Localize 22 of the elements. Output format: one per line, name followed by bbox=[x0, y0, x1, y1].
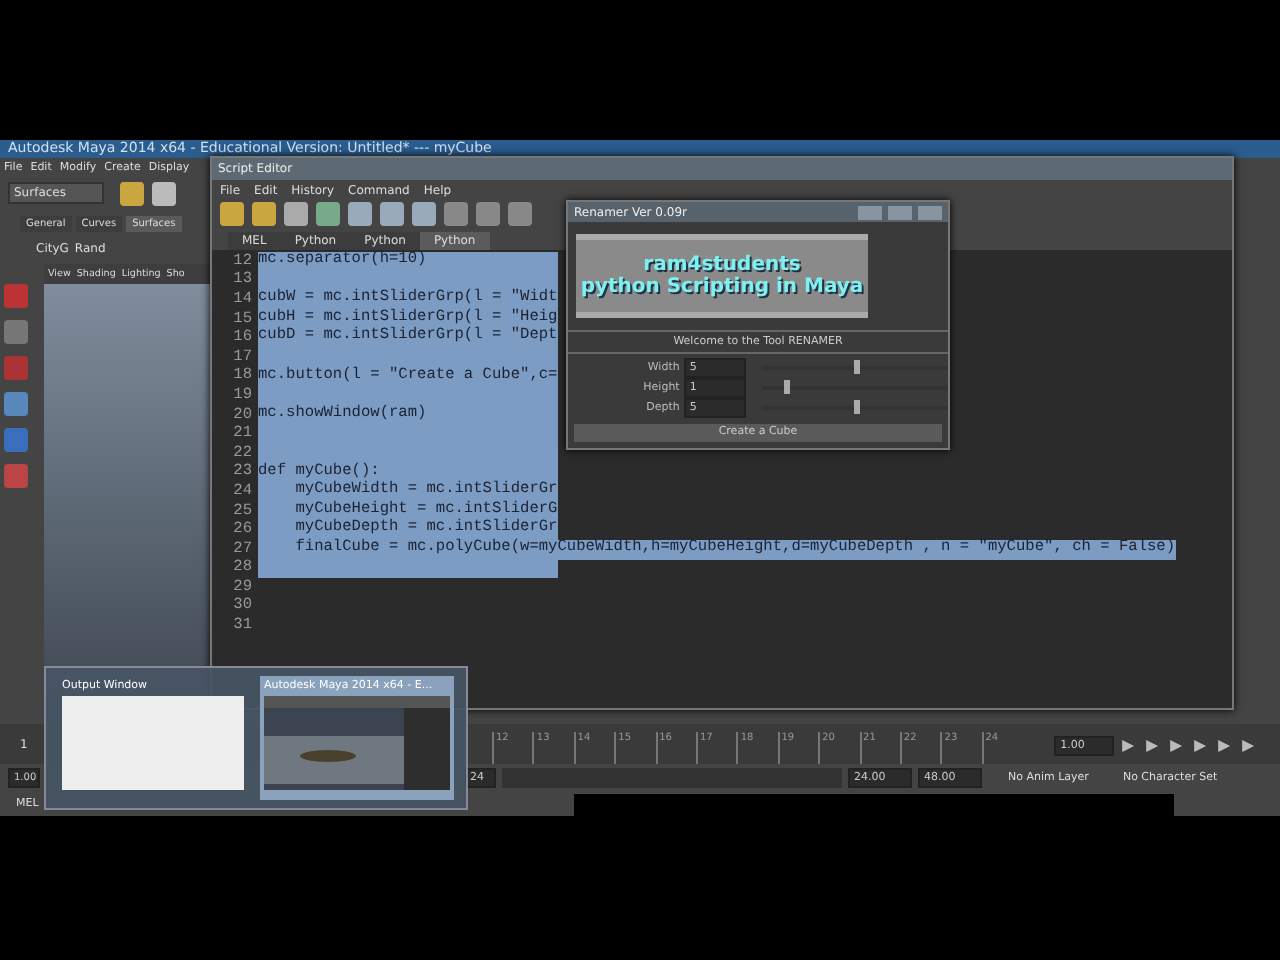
toolbar-icon[interactable] bbox=[316, 202, 340, 226]
tool-icon[interactable] bbox=[4, 428, 28, 452]
toolbar-icon[interactable] bbox=[380, 202, 404, 226]
tool-icon[interactable] bbox=[4, 356, 28, 380]
toolbar-icon[interactable] bbox=[252, 202, 276, 226]
tool-icon[interactable] bbox=[4, 392, 28, 416]
banner-text: python Scripting in Maya bbox=[580, 275, 864, 298]
slider-thumb[interactable] bbox=[854, 399, 861, 414]
tool-icon[interactable] bbox=[4, 464, 28, 488]
tool-icon[interactable] bbox=[4, 320, 28, 344]
toolbar-icon[interactable] bbox=[284, 202, 308, 226]
command-line-field[interactable] bbox=[574, 793, 1175, 815]
toolbar-icon[interactable] bbox=[476, 202, 500, 226]
slider-thumb[interactable] bbox=[854, 359, 861, 374]
banner-text: ram4students bbox=[643, 253, 801, 276]
toolbar-icon[interactable] bbox=[348, 202, 372, 226]
toolbar-icon[interactable] bbox=[444, 202, 468, 226]
slider-thumb[interactable] bbox=[784, 379, 791, 394]
toolbar-icon[interactable] bbox=[412, 202, 436, 226]
toolbar-icon[interactable] bbox=[508, 202, 532, 226]
toolbar-icon[interactable] bbox=[220, 202, 244, 226]
tool-icon[interactable] bbox=[4, 284, 28, 308]
